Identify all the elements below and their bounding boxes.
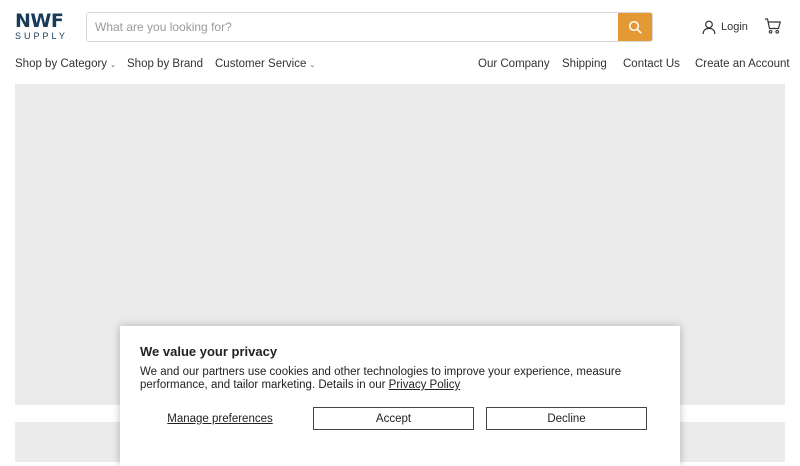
nav-customer-service[interactable]: Customer Service ⌄ xyxy=(215,58,315,70)
manage-preferences-link[interactable]: Manage preferences xyxy=(140,407,300,430)
nav-label: Contact Us xyxy=(623,58,680,70)
nav-label: Customer Service xyxy=(215,58,307,70)
cookie-actions: Manage preferences Accept Decline xyxy=(140,407,660,430)
login-label: Login xyxy=(721,21,748,33)
login-link[interactable]: Login xyxy=(702,18,748,36)
accept-button[interactable]: Accept xyxy=(313,407,474,430)
nav-label: Shop by Brand xyxy=(127,58,204,70)
cart-icon xyxy=(765,18,781,34)
nav-shipping[interactable]: Shipping xyxy=(562,58,607,70)
nav-our-company[interactable]: Our Company xyxy=(478,58,550,70)
cookie-body-text: We and our partners use cookies and othe… xyxy=(140,366,622,391)
site-header: NWF SUPPLY Login xyxy=(0,0,800,54)
logo-wordmark: NWF xyxy=(15,10,64,32)
user-icon xyxy=(702,20,716,34)
nav-label: Our Company xyxy=(478,58,550,70)
main-nav: Shop by Category ⌄ Shop by Brand Custome… xyxy=(0,56,800,76)
privacy-policy-link[interactable]: Privacy Policy xyxy=(389,379,461,391)
nav-label: Create an Account xyxy=(695,58,790,70)
cookie-consent-dialog: We value your privacy We and our partner… xyxy=(120,326,680,466)
search-button[interactable] xyxy=(618,13,652,41)
chevron-down-icon: ⌄ xyxy=(110,62,116,69)
cookie-title: We value your privacy xyxy=(140,344,278,359)
nav-label: Shop by Category xyxy=(15,58,108,70)
cart-button[interactable] xyxy=(764,17,782,35)
decline-button[interactable]: Decline xyxy=(486,407,647,430)
brand-logo[interactable]: NWF SUPPLY xyxy=(15,10,73,42)
nav-shop-by-category[interactable]: Shop by Category ⌄ xyxy=(15,58,116,70)
logo-subtext: SUPPLY xyxy=(15,31,68,41)
nav-contact-us[interactable]: Contact Us xyxy=(623,58,680,70)
search-icon xyxy=(628,20,642,34)
search-bar xyxy=(86,12,653,42)
search-input[interactable] xyxy=(87,13,618,41)
cookie-body: We and our partners use cookies and othe… xyxy=(140,366,660,392)
chevron-down-icon: ⌄ xyxy=(309,62,316,69)
nav-label: Shipping xyxy=(562,58,607,70)
nav-create-account[interactable]: Create an Account xyxy=(695,58,790,70)
nav-shop-by-brand[interactable]: Shop by Brand xyxy=(127,58,203,70)
